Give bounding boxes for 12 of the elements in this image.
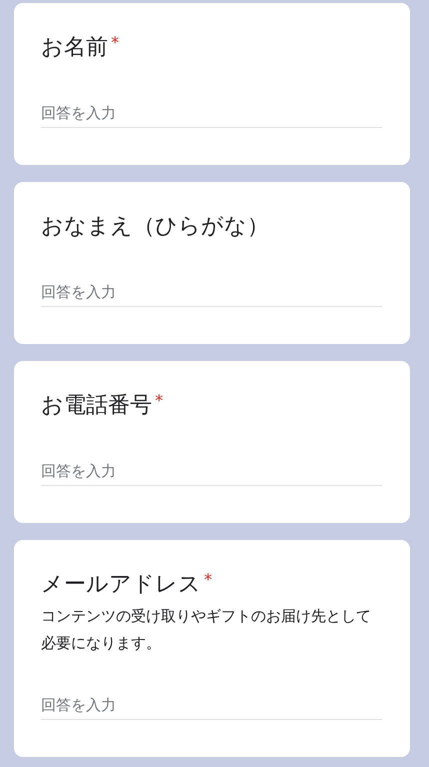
required-mark: * — [155, 391, 163, 410]
question-title: お電話番号 — [41, 393, 152, 418]
answer-field[interactable]: 回答を入力 — [41, 277, 382, 307]
answer-field[interactable]: 回答を入力 — [41, 456, 382, 486]
question-description: コンテンツの受け取りやギフトのお届け先として必要になります。 — [41, 606, 372, 654]
question-title: メールアドレス — [41, 572, 201, 597]
question-title: おなまえ（ひらがな） — [41, 214, 269, 239]
question-title: お名前 — [41, 35, 108, 60]
required-mark: * — [111, 33, 119, 52]
required-mark: * — [204, 570, 212, 589]
answer-field[interactable]: 回答を入力 — [41, 690, 382, 720]
answer-field[interactable]: 回答を入力 — [41, 98, 382, 128]
